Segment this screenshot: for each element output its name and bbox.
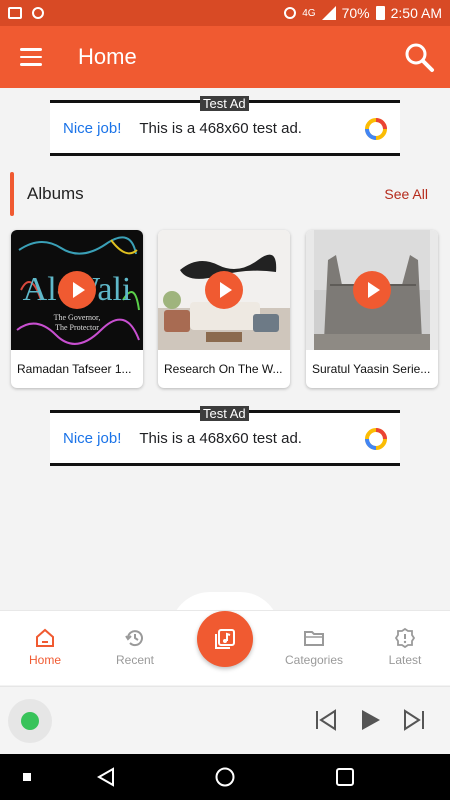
- albums-title: Albums: [27, 184, 84, 203]
- ad-nice-text: Nice job!: [63, 119, 122, 137]
- album-title: Research On The W...: [164, 362, 283, 376]
- nav-label: Recent: [115, 653, 155, 667]
- nav-item-recent[interactable]: Recent: [90, 627, 180, 667]
- skip-previous-icon[interactable]: [313, 707, 339, 733]
- album-art-subtitle: The Protector: [55, 323, 99, 332]
- search-icon[interactable]: [402, 40, 436, 74]
- play-icon[interactable]: [353, 271, 391, 309]
- menu-dot-icon[interactable]: [23, 773, 31, 781]
- status-bar: 4G 70% 2:50 AM: [0, 0, 450, 26]
- alarm-icon: [284, 7, 297, 19]
- battery-icon: [375, 6, 385, 20]
- nav-label: Categories: [284, 653, 344, 667]
- album-title: Ramadan Tafseer 1...: [17, 362, 132, 376]
- radio-icon: [32, 7, 44, 19]
- ad-nice-text: Nice job!: [63, 429, 122, 447]
- section-accent-bar: [10, 172, 14, 216]
- playlist-button[interactable]: [197, 611, 253, 667]
- signal-icon: [321, 6, 336, 20]
- ad-logo-icon: [365, 428, 387, 450]
- clock: 2:50 AM: [390, 5, 442, 21]
- home-icon: [36, 628, 54, 647]
- ad-text: This is a 468x60 test ad.: [139, 429, 302, 447]
- now-playing-icon: [21, 712, 39, 730]
- ad-badge: Test Ad: [200, 406, 249, 421]
- history-icon: [125, 630, 143, 647]
- album-art-subtitle: The Governor,: [54, 313, 101, 322]
- network-label: 4G: [302, 7, 316, 19]
- nav-item-categories[interactable]: Categories: [269, 627, 359, 667]
- ad-text: This is a 468x60 test ad.: [139, 119, 302, 137]
- skip-next-icon[interactable]: [401, 707, 427, 733]
- latest-icon: [394, 627, 416, 649]
- nav-label: Latest: [388, 653, 422, 667]
- album-card[interactable]: Suratul Yaasin Serie...: [306, 230, 438, 388]
- ad-logo-icon: [365, 118, 387, 140]
- back-icon[interactable]: [95, 766, 117, 788]
- battery-percent: 70%: [341, 5, 370, 21]
- now-playing-art[interactable]: [8, 699, 52, 743]
- menu-button[interactable]: [0, 26, 62, 88]
- album-card[interactable]: Research On The W...: [158, 230, 290, 388]
- app-bar: Home: [0, 26, 450, 88]
- ad-banner[interactable]: Test Ad Nice job! This is a 468x60 test …: [50, 406, 400, 466]
- nav-item-latest[interactable]: Latest: [360, 627, 450, 667]
- play-button-icon[interactable]: [357, 707, 383, 733]
- see-all-link[interactable]: See All: [384, 186, 428, 202]
- mini-player: [0, 686, 450, 754]
- play-icon[interactable]: [58, 271, 96, 309]
- nav-label: Home: [28, 653, 61, 667]
- ad-badge: Test Ad: [200, 96, 249, 111]
- recents-icon[interactable]: [334, 766, 356, 788]
- menu-icon: [20, 48, 42, 51]
- play-icon[interactable]: [205, 271, 243, 309]
- playlist-icon: [215, 629, 235, 649]
- nav-item-home[interactable]: Home: [0, 627, 90, 667]
- folder-icon: [304, 631, 324, 646]
- album-card[interactable]: Al-Wali The Governor, The Protector Rama…: [11, 230, 143, 388]
- home-system-icon[interactable]: [214, 766, 236, 788]
- gallery-icon: [8, 7, 22, 19]
- ad-banner[interactable]: Test Ad Nice job! This is a 468x60 test …: [50, 96, 400, 156]
- system-nav-bar: [0, 754, 450, 800]
- album-title: Suratul Yaasin Serie...: [312, 362, 431, 376]
- page-title: Home: [78, 44, 137, 69]
